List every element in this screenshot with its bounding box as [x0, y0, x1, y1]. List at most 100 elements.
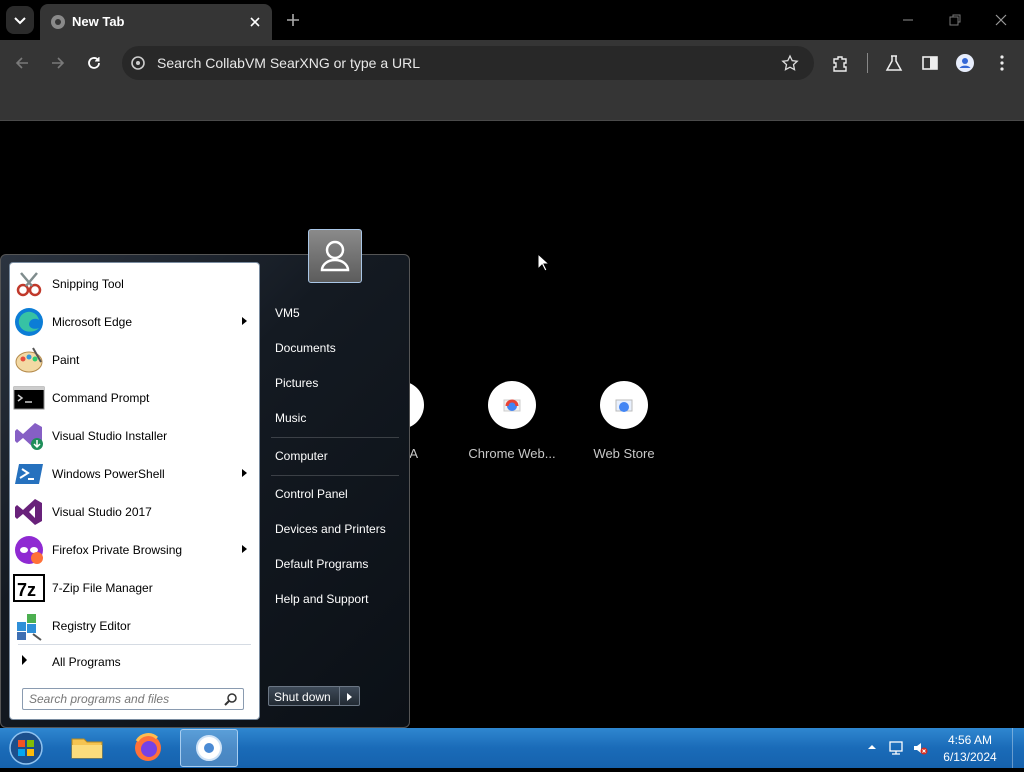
new-tab-plus-icon[interactable]: [282, 9, 304, 31]
start-item-label: Control Panel: [275, 487, 348, 501]
firefox-icon: [135, 733, 161, 761]
side-panel-icon[interactable]: [920, 53, 940, 73]
start-program-item[interactable]: 7z 7-Zip File Manager: [10, 569, 259, 607]
start-item-control-panel[interactable]: Control Panel: [269, 479, 404, 509]
start-program-label: Visual Studio Installer: [52, 429, 168, 443]
command-prompt-icon: [13, 386, 45, 410]
close-window-icon[interactable]: [991, 10, 1011, 30]
start-program-label: Snipping Tool: [52, 277, 124, 291]
start-item-label: Music: [275, 411, 307, 425]
omnibox[interactable]: Search CollabVM SearXNG or type a URL: [122, 46, 814, 80]
shut-down-options-button[interactable]: [340, 686, 360, 706]
shut-down-label: Shut down: [274, 690, 331, 704]
shortcut-tile[interactable]: Web Store: [574, 381, 674, 461]
visual-studio-icon: [15, 499, 42, 525]
close-icon[interactable]: [245, 12, 265, 32]
taskbar-file-explorer[interactable]: [58, 729, 116, 767]
clock-date[interactable]: 6/13/2024: [938, 750, 1002, 764]
tab-title: New Tab: [72, 14, 125, 29]
extensions-icon[interactable]: [830, 53, 850, 73]
taskbar-chrome[interactable]: [180, 729, 238, 767]
file-explorer-icon: [71, 738, 103, 759]
tab-new-tab[interactable]: New Tab: [40, 4, 272, 40]
more-menu-icon[interactable]: [992, 53, 1012, 73]
tab-search-button[interactable]: [6, 6, 34, 34]
show-hidden-icons-icon[interactable]: [867, 742, 877, 752]
volume-muted-icon[interactable]: [912, 740, 928, 756]
start-program-label: 7-Zip File Manager: [52, 581, 153, 595]
start-item-default-programs[interactable]: Default Programs: [269, 549, 404, 579]
minimize-icon[interactable]: [898, 10, 918, 30]
start-menu: Snipping Tool Microsoft Edge Paint Command …: [0, 254, 410, 728]
start-item-documents[interactable]: Documents: [269, 333, 404, 363]
profile-avatar-icon[interactable]: [955, 53, 975, 73]
user-icon: [320, 240, 350, 272]
firefox-private-icon: [15, 536, 43, 564]
globe-icon: [51, 15, 65, 29]
snipping-tool-icon: [16, 272, 42, 297]
submenu-arrow-icon: [242, 317, 247, 325]
start-program-label: Paint: [52, 353, 80, 367]
show-desktop-button[interactable]: [1012, 728, 1024, 768]
start-item-help-support[interactable]: Help and Support: [269, 584, 404, 614]
arrow-right-icon: [22, 655, 27, 665]
start-program-label: Windows PowerShell: [52, 467, 165, 481]
start-program-label: Registry Editor: [52, 619, 131, 633]
start-program-item[interactable]: Command Prompt: [10, 379, 259, 417]
start-item-devices-printers[interactable]: Devices and Printers: [269, 514, 404, 544]
user-account-picture[interactable]: [308, 229, 362, 283]
start-orb-icon[interactable]: [5, 729, 47, 767]
start-program-label: Command Prompt: [52, 391, 150, 405]
submenu-arrow-icon: [242, 469, 247, 477]
start-program-item[interactable]: Registry Editor: [10, 607, 259, 645]
reload-icon[interactable]: [84, 53, 104, 73]
start-item-music[interactable]: Music: [269, 403, 404, 433]
labs-flask-icon[interactable]: [884, 53, 904, 73]
programs-pane: Snipping Tool Microsoft Edge Paint Command …: [9, 262, 260, 720]
shortcut-label: Chrome Web...: [468, 446, 556, 461]
back-arrow-icon[interactable]: [12, 53, 32, 73]
search-programs-box[interactable]: [22, 688, 244, 710]
all-programs-label: All Programs: [52, 655, 121, 669]
start-item-pictures[interactable]: Pictures: [269, 368, 404, 398]
all-programs-button[interactable]: All Programs: [10, 649, 259, 671]
submenu-arrow-icon: [242, 545, 247, 553]
mouse-cursor-icon: [537, 253, 551, 272]
start-item-label: Computer: [275, 449, 328, 463]
search-engine-icon: [131, 56, 145, 70]
start-item-label: VM5: [275, 306, 300, 320]
clock-time[interactable]: 4:56 AM: [938, 733, 1002, 747]
start-program-item[interactable]: Microsoft Edge: [10, 303, 259, 341]
start-program-item[interactable]: Paint: [10, 341, 259, 379]
chevron-down-icon: [14, 17, 26, 25]
start-program-item[interactable]: Visual Studio 2017: [10, 493, 259, 531]
search-programs-input[interactable]: [29, 691, 215, 707]
forward-arrow-icon[interactable]: [48, 53, 68, 73]
web-store-icon: [615, 399, 633, 412]
start-program-item[interactable]: Windows PowerShell: [10, 455, 259, 493]
bookmark-star-icon[interactable]: [780, 53, 800, 73]
shortcut-label: Web Store: [593, 446, 655, 461]
taskbar-firefox[interactable]: [119, 729, 177, 767]
start-program-item[interactable]: Snipping Tool: [10, 265, 259, 303]
start-program-label: Firefox Private Browsing: [52, 543, 183, 557]
divider: [271, 475, 399, 476]
search-icon[interactable]: [224, 692, 238, 706]
restore-icon[interactable]: [945, 10, 965, 30]
shortcut-icon: [488, 381, 536, 429]
toolbar-divider: [867, 53, 868, 73]
start-program-item[interactable]: Firefox Private Browsing: [10, 531, 259, 569]
7zip-icon: 7z: [13, 574, 45, 602]
network-icon[interactable]: [888, 740, 904, 756]
start-item-label: Documents: [275, 341, 336, 355]
arrow-right-icon: [347, 693, 352, 701]
start-item-computer[interactable]: Computer: [269, 441, 404, 471]
chrome-web-store-icon: [503, 399, 521, 412]
shut-down-button[interactable]: Shut down: [268, 686, 340, 706]
start-program-item[interactable]: Visual Studio Installer: [10, 417, 259, 455]
shortcut-tile[interactable]: Chrome Web...: [462, 381, 562, 461]
divider: [18, 644, 251, 645]
start-item-vm5[interactable]: VM5: [269, 298, 404, 328]
start-item-label: Default Programs: [275, 557, 369, 571]
paint-icon: [15, 347, 43, 373]
